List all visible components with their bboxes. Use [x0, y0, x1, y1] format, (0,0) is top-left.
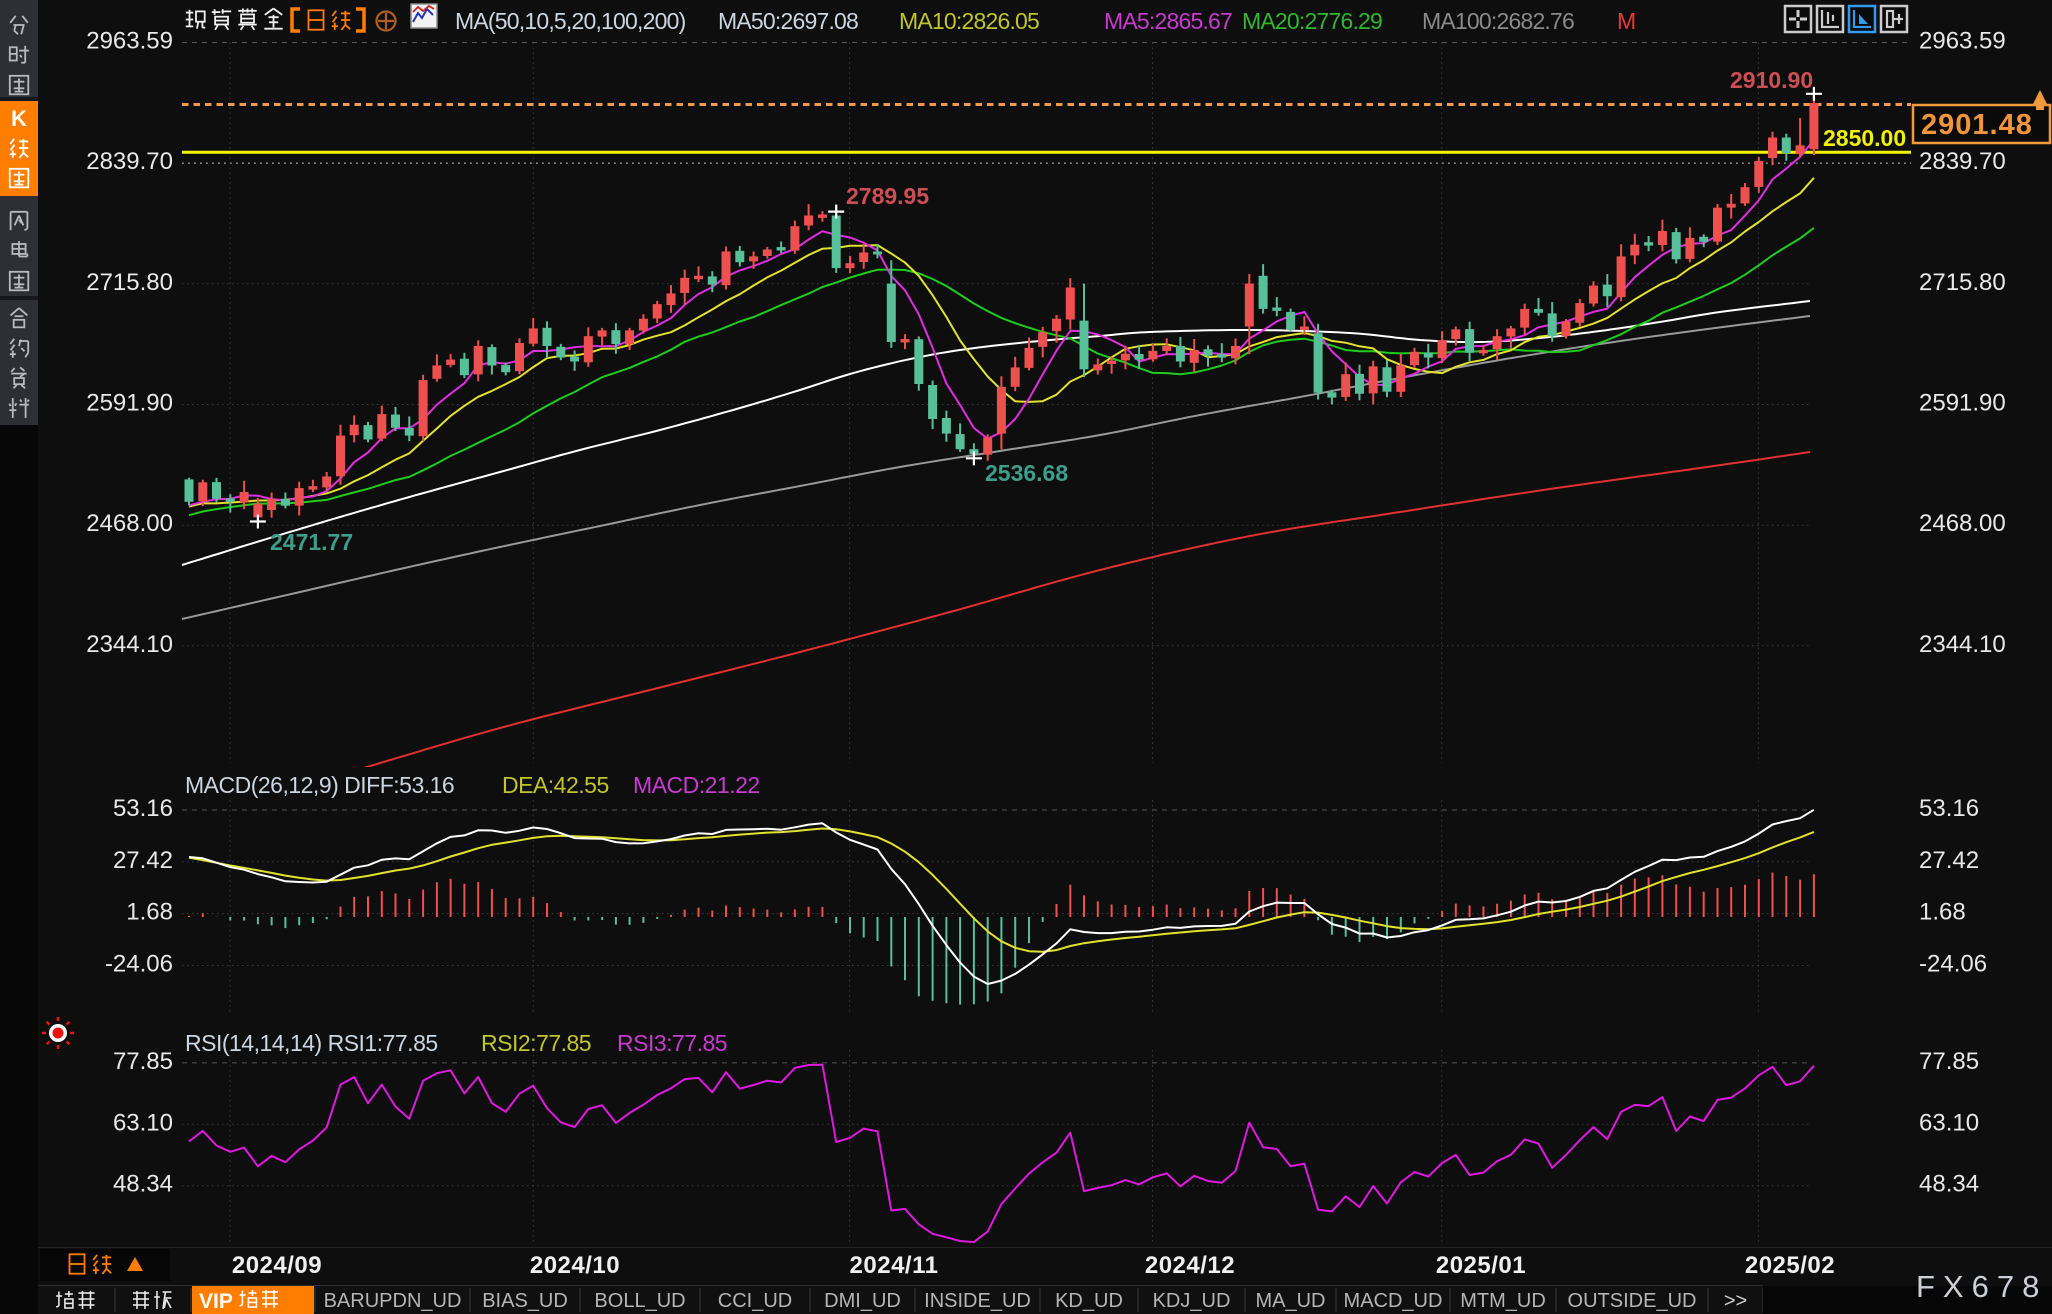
- svg-text:VIP: VIP: [199, 1290, 233, 1313]
- svg-text:K: K: [11, 106, 27, 131]
- svg-text:2344.10: 2344.10: [1919, 631, 2006, 658]
- svg-text:2025/02: 2025/02: [1745, 1252, 1835, 1279]
- svg-text:2850.00: 2850.00: [1823, 125, 1906, 151]
- svg-text:CCI_UD: CCI_UD: [718, 1290, 792, 1312]
- svg-text:MA20:2776.29: MA20:2776.29: [1242, 8, 1382, 34]
- svg-text:2024/10: 2024/10: [530, 1252, 620, 1279]
- svg-text:2591.90: 2591.90: [86, 390, 173, 417]
- svg-text:MACD:21.22: MACD:21.22: [633, 772, 760, 798]
- svg-text:2789.95: 2789.95: [846, 183, 929, 209]
- svg-text:2839.70: 2839.70: [1919, 148, 2006, 175]
- svg-text:77.85: 77.85: [1919, 1048, 1979, 1075]
- svg-text:53.16: 53.16: [113, 795, 173, 822]
- svg-text:RSI3:77.85: RSI3:77.85: [617, 1030, 727, 1056]
- svg-text:1.68: 1.68: [1919, 899, 1966, 926]
- svg-text:-24.06: -24.06: [1919, 951, 1987, 978]
- svg-text:2715.80: 2715.80: [86, 269, 173, 296]
- svg-text:MA_UD: MA_UD: [1255, 1290, 1325, 1312]
- svg-text:2025/01: 2025/01: [1436, 1252, 1526, 1279]
- svg-text:DEA:42.55: DEA:42.55: [502, 772, 609, 798]
- svg-text:2715.80: 2715.80: [1919, 269, 2006, 296]
- svg-text:BARUPDN_UD: BARUPDN_UD: [324, 1290, 462, 1312]
- svg-text:DMI_UD: DMI_UD: [824, 1290, 901, 1312]
- svg-text:MACD(26,12,9) DIFF:53.16: MACD(26,12,9) DIFF:53.16: [185, 772, 454, 798]
- svg-text:MA10:2826.05: MA10:2826.05: [899, 8, 1039, 34]
- svg-text:BOLL_UD: BOLL_UD: [594, 1290, 685, 1312]
- svg-text:>>: >>: [1724, 1290, 1747, 1312]
- svg-text:63.10: 63.10: [1919, 1109, 1979, 1136]
- svg-text:BIAS_UD: BIAS_UD: [482, 1290, 568, 1312]
- svg-text:2468.00: 2468.00: [86, 510, 173, 537]
- svg-text:FX678: FX678: [1916, 1269, 2047, 1304]
- svg-text:27.42: 27.42: [1919, 847, 1979, 874]
- svg-text:INSIDE_UD: INSIDE_UD: [924, 1290, 1031, 1312]
- svg-text:MA100:2682.76: MA100:2682.76: [1422, 8, 1574, 34]
- svg-text:RSI(14,14,14) RSI1:77.85: RSI(14,14,14) RSI1:77.85: [185, 1030, 438, 1056]
- svg-text:-24.06: -24.06: [105, 951, 173, 978]
- svg-text:2024/09: 2024/09: [232, 1252, 322, 1279]
- svg-text:2536.68: 2536.68: [985, 460, 1068, 486]
- svg-text:2344.10: 2344.10: [86, 631, 173, 658]
- svg-text:63.10: 63.10: [113, 1109, 173, 1136]
- svg-text:2468.00: 2468.00: [1919, 510, 2006, 537]
- svg-text:MA50:2697.08: MA50:2697.08: [718, 8, 858, 34]
- svg-text:48.34: 48.34: [113, 1171, 173, 1198]
- svg-text:RSI2:77.85: RSI2:77.85: [481, 1030, 591, 1056]
- svg-text:27.42: 27.42: [113, 847, 173, 874]
- svg-text:2471.77: 2471.77: [270, 529, 353, 555]
- svg-text:2024/11: 2024/11: [850, 1252, 939, 1279]
- svg-text:2024/12: 2024/12: [1145, 1252, 1235, 1279]
- svg-text:MA(50,10,5,20,100,200): MA(50,10,5,20,100,200): [455, 8, 686, 34]
- svg-text:M: M: [1617, 8, 1636, 34]
- svg-text:2839.70: 2839.70: [86, 148, 173, 175]
- svg-text:2901.48: 2901.48: [1921, 109, 2033, 141]
- svg-text:2963.59: 2963.59: [86, 28, 173, 55]
- svg-text:53.16: 53.16: [1919, 795, 1979, 822]
- svg-text:1.68: 1.68: [126, 899, 173, 926]
- svg-text:KD_UD: KD_UD: [1055, 1290, 1123, 1312]
- svg-text:2591.90: 2591.90: [1919, 390, 2006, 417]
- svg-text:48.34: 48.34: [1919, 1171, 1979, 1198]
- svg-text:2963.59: 2963.59: [1919, 28, 2006, 55]
- svg-text:OUTSIDE_UD: OUTSIDE_UD: [1568, 1290, 1697, 1312]
- svg-text:KDJ_UD: KDJ_UD: [1153, 1290, 1231, 1312]
- svg-text:2910.90: 2910.90: [1730, 67, 1813, 93]
- svg-text:77.85: 77.85: [113, 1048, 173, 1075]
- svg-text:MTM_UD: MTM_UD: [1460, 1290, 1546, 1312]
- svg-text:MA5:2865.67: MA5:2865.67: [1104, 8, 1232, 34]
- svg-text:MACD_UD: MACD_UD: [1344, 1290, 1443, 1312]
